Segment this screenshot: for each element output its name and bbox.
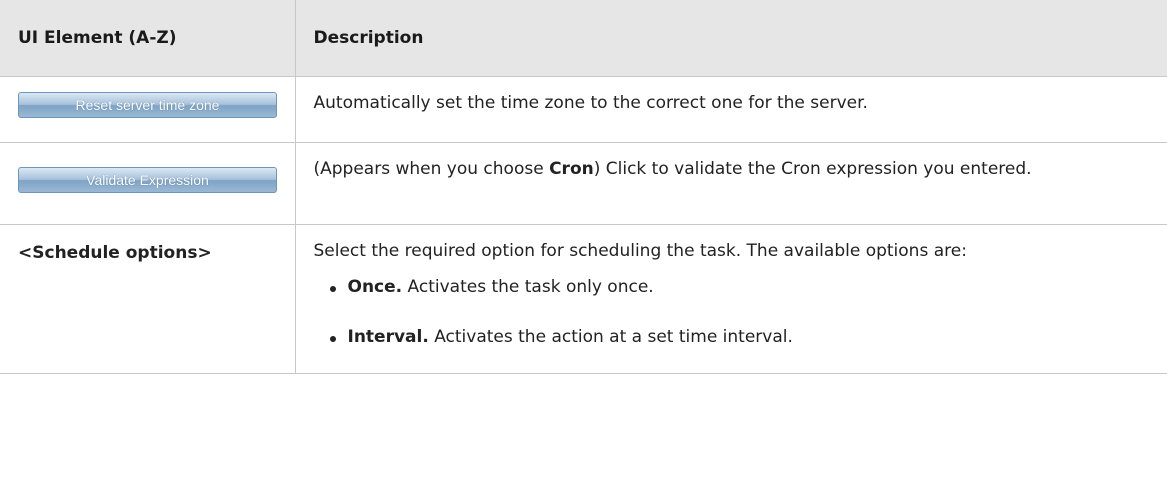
table-row: Reset server time zone Automatically set… — [0, 76, 1167, 143]
schedule-options-label: <Schedule options> — [0, 224, 296, 374]
description-text: (Appears when you choose Cron) Click to … — [314, 155, 1144, 183]
description-cell: Automatically set the time zone to the c… — [294, 76, 1167, 143]
description-cell: (Appears when you choose Cron) Click to … — [294, 142, 1167, 225]
ui-element-cell: Reset server time zone — [0, 76, 296, 143]
ui-elements-table: UI Element (A-Z) Description Reset serve… — [0, 0, 1167, 374]
description-prefix: (Appears when you choose — [313, 159, 550, 179]
option-text: Activates the task only once. — [402, 277, 654, 297]
list-item: Once. Activates the task only once. — [328, 273, 1144, 301]
description-text: Select the required option for schedulin… — [313, 241, 967, 261]
column-header-description: Description — [294, 0, 1167, 77]
option-name: Once. — [347, 277, 403, 297]
ui-element-cell: Validate Expression — [0, 142, 296, 225]
option-name: Interval. — [347, 327, 429, 347]
table-row: Validate Expression (Appears when you ch… — [0, 142, 1167, 225]
description-bold-term: Cron — [549, 159, 594, 179]
table-row: <Schedule options> Select the required o… — [0, 224, 1167, 374]
option-text: Activates the action at a set time inter… — [428, 327, 793, 347]
list-item: Interval. Activates the action at a set … — [328, 323, 1144, 351]
description-suffix: ) Click to validate the Cron expression … — [593, 159, 1032, 179]
column-header-ui-element: UI Element (A-Z) — [0, 0, 296, 77]
description-cell: Select the required option for schedulin… — [294, 224, 1167, 374]
schedule-options-list: Once. Activates the task only once. Inte… — [314, 273, 1144, 351]
validate-expression-button[interactable]: Validate Expression — [18, 167, 277, 193]
reset-server-time-zone-button[interactable]: Reset server time zone — [18, 92, 277, 118]
description-text: Automatically set the time zone to the c… — [313, 93, 868, 113]
table-header-row: UI Element (A-Z) Description — [0, 0, 1167, 77]
